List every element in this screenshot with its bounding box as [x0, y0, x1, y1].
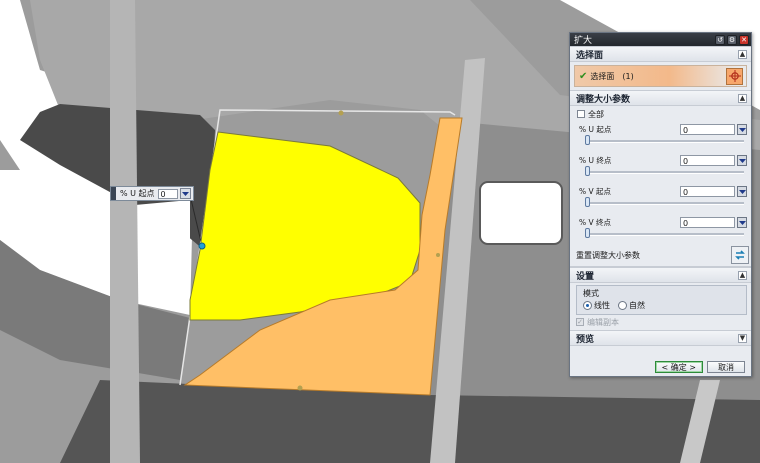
param-row-u-end: % U 终点 0 [577, 151, 747, 182]
mode-group: 模式 线性 自然 [576, 285, 747, 315]
radio-natural-label[interactable]: 自然 [629, 300, 645, 311]
edit-copy-checkbox: ✓ [576, 318, 584, 326]
section-preview-title: 预览 [576, 334, 595, 345]
resize-params-body: 全部 % U 起点 0 % U 终点 0 % V 起点 0 % V 终点 0 [570, 106, 751, 244]
radio-linear[interactable] [583, 300, 592, 310]
radio-linear-label[interactable]: 线性 [594, 300, 610, 311]
face-selector-button[interactable] [726, 67, 743, 85]
section-resize-params-header[interactable]: 调整大小参数 ▲ [570, 90, 751, 106]
gear-icon[interactable]: ⚙ [727, 34, 737, 45]
param-row-v-end: % V 终点 0 [577, 213, 747, 244]
edit-copy-label: 编辑副本 [587, 317, 619, 327]
close-icon[interactable]: ✕ [739, 34, 749, 45]
chevron-down-icon [738, 158, 746, 163]
cancel-button[interactable]: 取消 [707, 361, 745, 373]
mode-radio-row: 线性 自然 [583, 299, 741, 311]
edit-copy-row: ✓ 编辑副本 [576, 316, 747, 328]
dialog-footer: < 确定 > 取消 [570, 358, 751, 376]
drag-handle-v-start[interactable] [338, 110, 344, 116]
slider-thumb-v-start[interactable] [585, 197, 590, 207]
chevron-down-icon[interactable]: ▼ [738, 333, 747, 343]
param-row-v-start: % V 起点 0 [577, 182, 747, 213]
dialog-title: 扩大 [574, 36, 593, 46]
section-settings-header[interactable]: 设置 ▲ [570, 267, 751, 283]
section-preview-header[interactable]: 预览 ▼ [570, 330, 751, 346]
chevron-down-icon [738, 220, 746, 225]
reset-arrows-icon [735, 250, 745, 260]
handle-spin-button[interactable] [180, 188, 191, 199]
crosshair-icon [728, 70, 741, 82]
param-input-u-end[interactable]: 0 [680, 154, 735, 166]
part-slot-cutout [479, 181, 563, 245]
select-face-row[interactable]: ✔ 选择面 (1) [574, 65, 747, 87]
param-label-v-start: % V 起点 [579, 186, 612, 196]
ok-button[interactable]: < 确定 > [654, 361, 703, 373]
slider-track-v-end[interactable] [587, 233, 744, 236]
radio-natural[interactable] [618, 300, 627, 310]
param-label-v-end: % V 终点 [579, 217, 612, 227]
slider-thumb-v-end[interactable] [585, 228, 590, 238]
param-label-u-start: % U 起点 [579, 124, 612, 134]
slider-track-u-end[interactable] [587, 171, 744, 174]
chevron-up-icon[interactable]: ▲ [738, 270, 747, 280]
chevron-down-icon [182, 192, 189, 196]
slider-thumb-u-end[interactable] [585, 166, 590, 176]
chevron-up-icon[interactable]: ▲ [738, 93, 747, 103]
param-label-u-end: % U 终点 [579, 155, 612, 165]
check-icon: ✔ [579, 70, 588, 82]
section-resize-params-title: 调整大小参数 [576, 94, 631, 105]
select-face-label: 选择面 [590, 71, 615, 81]
dialog-title-bar[interactable]: 扩大 ↺ ⚙ ✕ [570, 33, 751, 46]
param-input-v-start[interactable]: 0 [680, 185, 735, 197]
handle-param-input[interactable]: 0 [157, 188, 178, 199]
mode-title: 模式 [583, 289, 599, 298]
param-row-u-start: % U 起点 0 [577, 120, 747, 151]
slider-thumb-u-start[interactable] [585, 135, 590, 145]
drag-handle-u-end[interactable] [436, 253, 440, 257]
slider-track-u-start[interactable] [587, 140, 744, 143]
section-select-face-title: 选择面 [576, 50, 604, 61]
param-input-v-end[interactable]: 0 [680, 216, 735, 228]
chevron-up-icon[interactable]: ▲ [738, 49, 747, 59]
all-checkbox-row[interactable]: 全部 [577, 108, 747, 120]
part-rib-left [110, 0, 140, 463]
param-spin-u-start[interactable] [737, 123, 747, 135]
handle-param-label: % U 起点 [120, 189, 155, 198]
all-checkbox[interactable] [577, 110, 585, 118]
handle-grip[interactable] [111, 187, 116, 200]
param-spin-v-end[interactable] [737, 216, 747, 228]
extend-dialog: 扩大 ↺ ⚙ ✕ 选择面 ▲ ✔ 选择面 (1) 调整大小参数 ▲ 全部 % U… [569, 32, 752, 377]
drag-handle-v-end[interactable] [297, 385, 303, 391]
reset-dialog-icon[interactable]: ↺ [715, 34, 725, 45]
param-spin-v-start[interactable] [737, 185, 747, 197]
reset-params-label: 重置调整大小参数 [576, 250, 640, 260]
chevron-down-icon [738, 127, 746, 132]
section-settings-title: 设置 [576, 271, 595, 282]
settings-body: 模式 线性 自然 ✓ 编辑副本 [570, 283, 751, 330]
chevron-down-icon [738, 189, 746, 194]
select-face-count: (1) [622, 71, 634, 81]
slider-track-v-start[interactable] [587, 202, 744, 205]
all-checkbox-label: 全部 [588, 109, 604, 119]
param-input-u-start[interactable]: 0 [680, 123, 735, 135]
reset-params-button[interactable] [731, 246, 749, 264]
param-spin-u-end[interactable] [737, 154, 747, 166]
section-select-face-header[interactable]: 选择面 ▲ [570, 46, 751, 62]
drag-handle-u-start[interactable] [198, 242, 206, 250]
reset-params-row: 重置调整大小参数 [570, 244, 751, 267]
handle-param-box: % U 起点 0 [110, 186, 194, 201]
